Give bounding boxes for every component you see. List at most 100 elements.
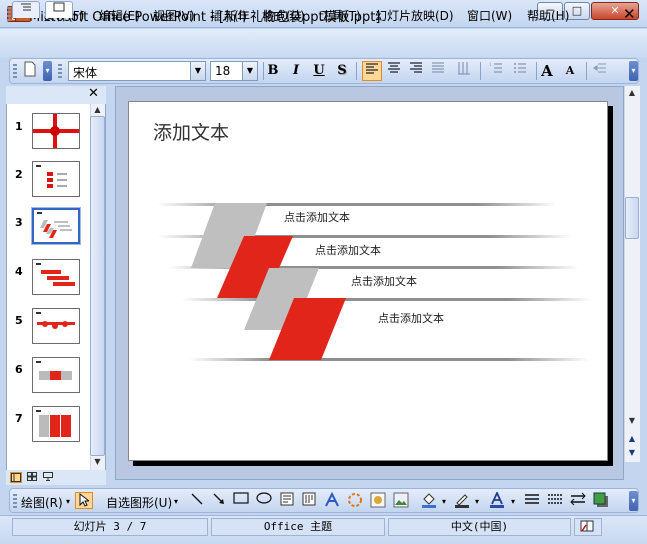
chevron-down-icon[interactable]: ▾ <box>475 497 479 506</box>
chevron-down-icon[interactable]: ▾ <box>511 497 515 506</box>
menu-grip-handle[interactable] <box>7 7 11 21</box>
tab-outline[interactable] <box>12 1 40 18</box>
menu-window[interactable]: 窗口(W) <box>467 7 512 24</box>
chevron-down-icon[interactable]: ▾ <box>66 497 70 506</box>
justify-button[interactable] <box>428 61 448 81</box>
autoshapes-menu-button[interactable]: 自选图形(U) <box>106 494 172 511</box>
numbered-list-icon: 1 <box>489 62 502 73</box>
line-color-button[interactable] <box>453 492 471 509</box>
tab-slides[interactable] <box>45 1 73 18</box>
scroll-down-arrow-icon[interactable]: ▼ <box>90 456 105 468</box>
previous-slide-button[interactable]: ▲ <box>624 432 640 445</box>
arrow-tool-button[interactable] <box>210 492 228 509</box>
insert-picture-button[interactable] <box>392 492 410 509</box>
italic-button[interactable]: I <box>286 61 306 81</box>
menu-help[interactable]: 帮助(H) <box>527 7 569 24</box>
line-tool-button[interactable] <box>188 492 206 509</box>
menu-view[interactable]: 视图(V) <box>153 7 195 24</box>
scroll-up-arrow-icon[interactable]: ▲ <box>624 86 640 100</box>
toolbar-options-chevron[interactable]: ▾ <box>629 61 638 81</box>
align-center-button[interactable] <box>384 61 404 81</box>
rectangle-tool-button[interactable] <box>232 492 250 509</box>
toolbar-overflow-chevron[interactable]: ▾ <box>43 61 52 81</box>
chevron-down-icon[interactable]: ▾ <box>442 497 446 506</box>
slide-thumbnail-3[interactable] <box>31 207 81 245</box>
next-slide-button[interactable]: ▼ <box>624 446 640 459</box>
grow-font-button[interactable]: A <box>537 61 557 81</box>
numbering-button[interactable]: 1 <box>486 61 506 81</box>
chevron-down-icon[interactable]: ▾ <box>174 497 178 506</box>
arrow-style-button[interactable] <box>569 492 587 509</box>
distribute-text-button[interactable] <box>454 61 474 81</box>
dash-style-icon <box>548 494 562 504</box>
slide-thumbnail-4[interactable] <box>32 259 80 295</box>
vertical-textbox-button[interactable] <box>300 492 318 509</box>
underline-button[interactable]: U <box>309 61 329 81</box>
slide-text-placeholder[interactable]: 点击添加文本 <box>284 209 350 225</box>
clipart-button[interactable] <box>369 492 387 509</box>
slide-text-placeholder[interactable]: 点击添加文本 <box>351 273 417 289</box>
status-language: 中文(中国) <box>388 518 571 536</box>
slides-pane-scroll-thumb[interactable] <box>90 116 105 456</box>
toolbar-divider <box>356 62 357 80</box>
slideshow-view-button[interactable] <box>42 472 54 483</box>
diagram-button[interactable] <box>346 492 364 509</box>
toolbar-grip[interactable] <box>13 64 17 78</box>
font-name-combo[interactable]: 宋体 ▼ <box>68 61 206 81</box>
slide-thumbnail-6[interactable] <box>32 357 80 393</box>
drawbar-options-chevron[interactable]: ▾ <box>629 491 638 511</box>
drawing-toolbar: 绘图(R) ▾ 自选图形(U) ▾ ▾ ▾ ▾ ▾ <box>9 488 639 513</box>
toolbar-grip-2[interactable] <box>58 64 62 78</box>
normal-view-button[interactable] <box>10 472 22 483</box>
bullets-button[interactable] <box>510 61 530 81</box>
slide-canvas[interactable]: 添加文本 点击添加文本 点击添加文本 点击添加文本 点击添加文本 <box>128 101 608 461</box>
chevron-down-icon[interactable]: ▼ <box>190 62 205 80</box>
textbox-tool-button[interactable] <box>278 492 296 509</box>
dash-style-button[interactable] <box>546 492 564 509</box>
draw-menu-button[interactable]: 绘图(R) <box>21 494 63 511</box>
font-color-button[interactable] <box>488 490 506 509</box>
shadow-style-button[interactable] <box>592 492 610 509</box>
scroll-up-arrow-icon[interactable]: ▲ <box>90 104 105 116</box>
font-size-combo[interactable]: 18 ▼ <box>210 61 258 81</box>
fill-color-button[interactable] <box>420 492 438 509</box>
decrease-indent-button[interactable] <box>590 61 610 81</box>
slide-scroll-thumb[interactable] <box>625 197 639 239</box>
menu-edit[interactable]: 编辑(E) <box>99 7 140 24</box>
menu-bar <box>0 29 647 57</box>
align-left-button[interactable] <box>362 61 382 81</box>
spellcheck-status-icon[interactable] <box>574 518 602 536</box>
slide-scrollbar[interactable] <box>624 86 640 462</box>
font-name-value: 宋体 <box>73 66 98 80</box>
menu-slideshow[interactable]: 幻灯片放映(D) <box>375 7 454 24</box>
text-shadow-button[interactable]: S <box>332 61 352 81</box>
select-pointer-button[interactable] <box>75 492 93 509</box>
outline-icon <box>21 3 31 11</box>
slide-sorter-view-button[interactable] <box>26 472 38 483</box>
drawbar-grip[interactable] <box>13 494 17 508</box>
line-style-button[interactable] <box>523 492 541 509</box>
menu-tools[interactable]: 工具(T) <box>320 7 361 24</box>
menu-insert[interactable]: 插入(I) <box>210 7 247 24</box>
shrink-font-button[interactable]: A <box>560 61 580 81</box>
slide-thumbnail-5[interactable] <box>32 308 80 344</box>
slide-text-placeholder[interactable]: 点击添加文本 <box>378 310 444 326</box>
oval-tool-button[interactable] <box>255 492 273 509</box>
close-document-button[interactable]: ✕ <box>623 5 636 23</box>
slide-thumbnail-2[interactable] <box>32 161 80 197</box>
chevron-down-icon[interactable]: ▼ <box>242 62 257 80</box>
slide-text-placeholder[interactable]: 点击添加文本 <box>315 242 381 258</box>
close-pane-button[interactable]: ✕ <box>88 86 99 101</box>
new-document-icon[interactable] <box>20 61 40 81</box>
status-theme: Office 主题 <box>211 518 385 536</box>
scroll-down-arrow-icon[interactable]: ▼ <box>624 414 640 428</box>
slide-title[interactable]: 添加文本 <box>153 118 229 145</box>
textbox-icon <box>280 492 294 506</box>
indent-icon <box>593 63 606 73</box>
wordart-button[interactable] <box>323 491 341 509</box>
menu-format[interactable]: 格式(O) <box>262 7 305 24</box>
bold-button[interactable]: B <box>263 61 283 81</box>
slide-thumbnail-1[interactable] <box>32 113 80 149</box>
align-right-button[interactable] <box>406 61 426 81</box>
slide-thumbnail-7[interactable] <box>32 406 80 442</box>
